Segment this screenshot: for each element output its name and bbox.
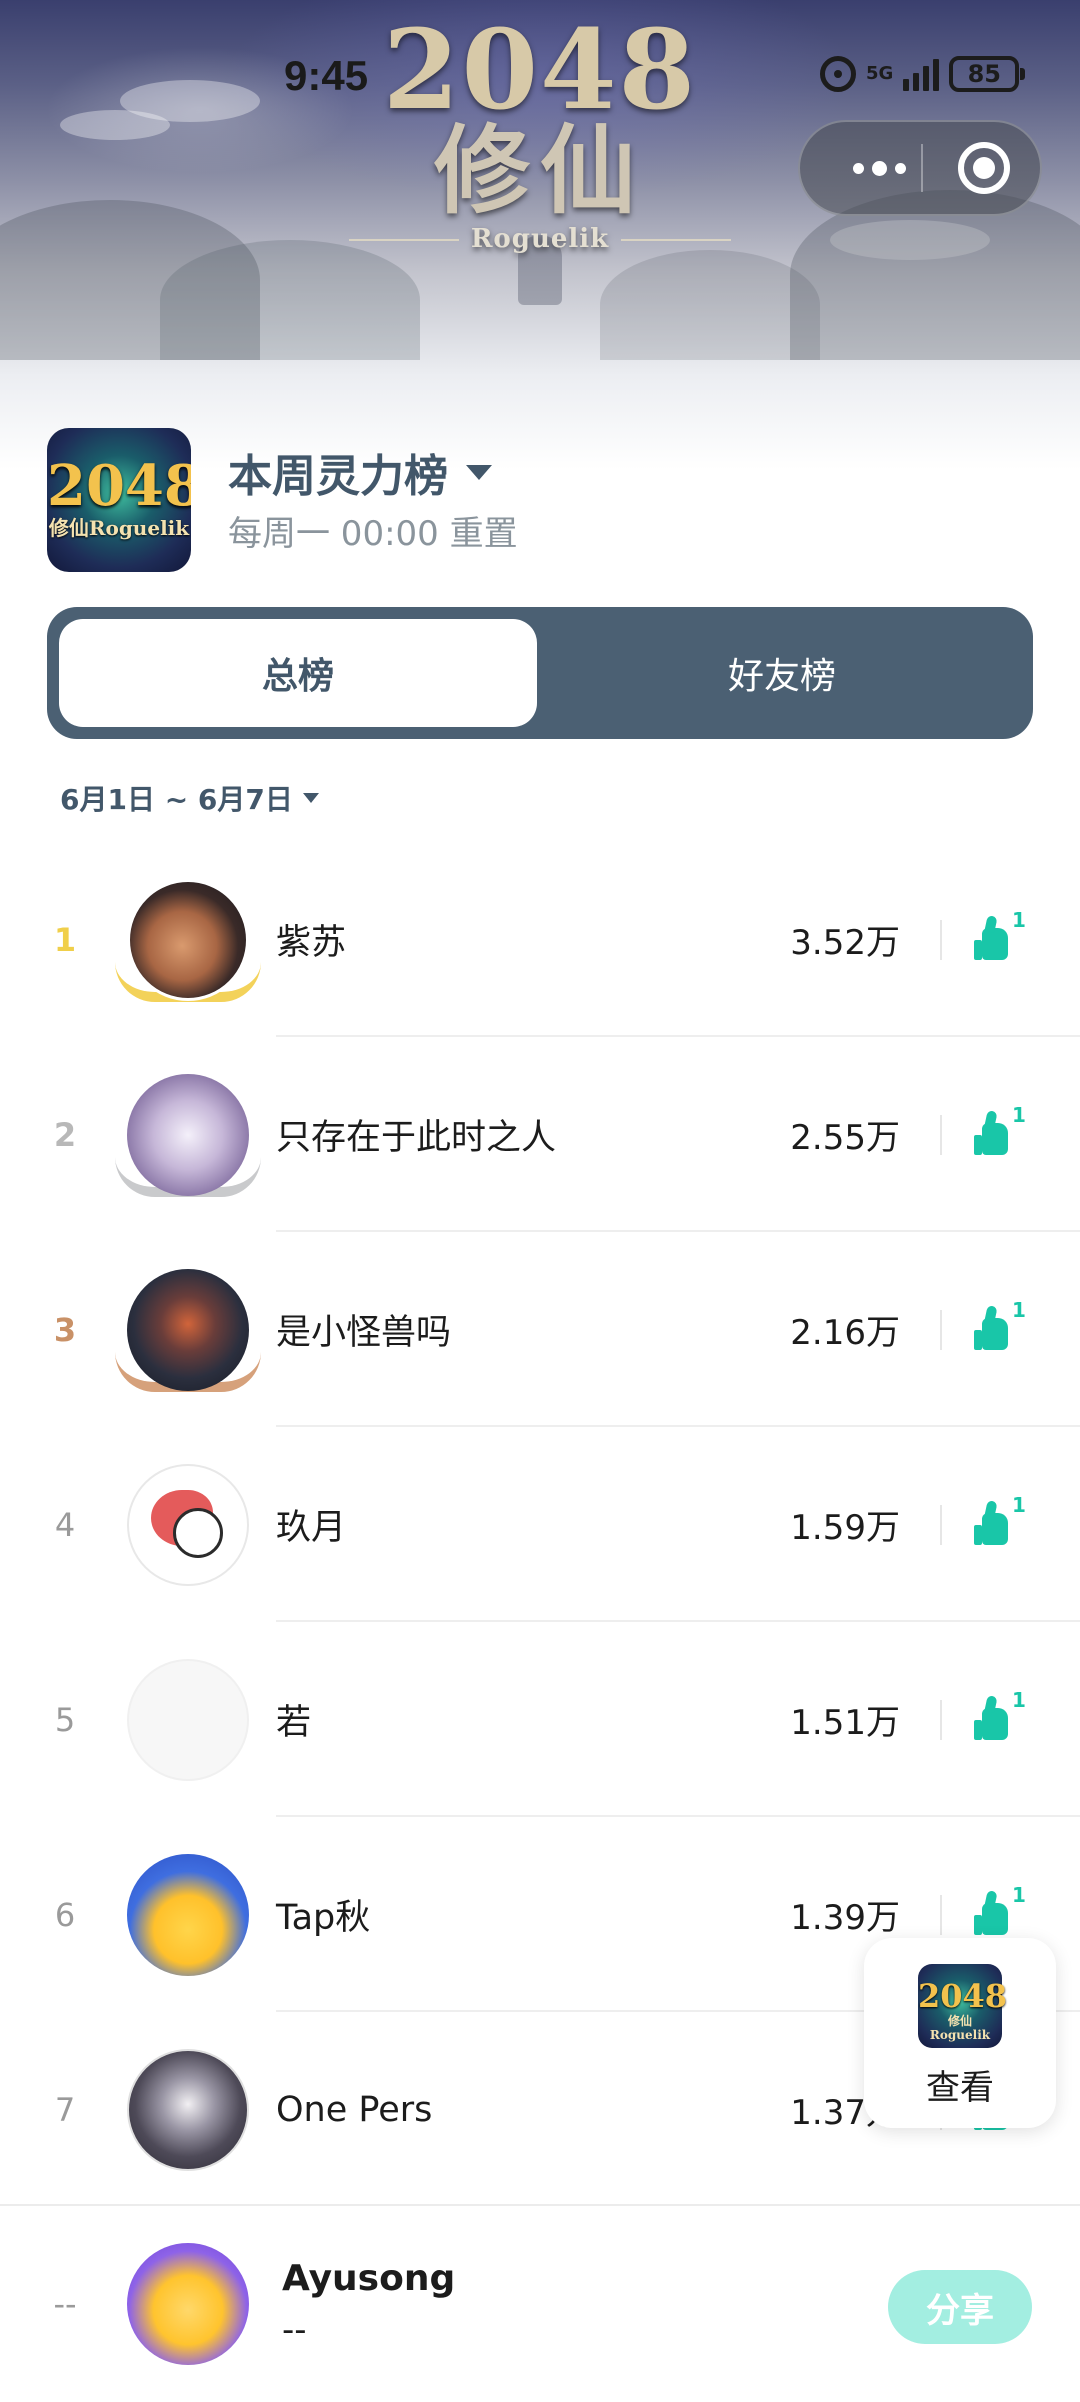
thumbs-up-icon bbox=[974, 1318, 1008, 1350]
rank-row[interactable]: 4 玖月 1.59万 1 bbox=[0, 1427, 1080, 1622]
divider bbox=[940, 1700, 942, 1740]
thumbs-up-icon bbox=[974, 1123, 1008, 1155]
player-name: 玖月 bbox=[276, 1508, 347, 1548]
game-icon: 2048 修仙Roguelik bbox=[918, 1964, 1008, 2048]
like-button[interactable]: 1 bbox=[974, 1103, 1028, 1161]
divider bbox=[940, 1505, 942, 1545]
capsule-menu bbox=[798, 120, 1042, 216]
tab-overall[interactable]: 总榜 bbox=[59, 619, 537, 727]
my-score: -- bbox=[282, 2310, 307, 2350]
player-name: 是小怪兽吗 bbox=[276, 1313, 452, 1353]
rank-number: 5 bbox=[54, 1700, 76, 1739]
status-time: 9:45 bbox=[284, 52, 369, 99]
my-rank-number: -- bbox=[53, 2285, 77, 2323]
more-options-icon[interactable] bbox=[834, 122, 924, 214]
hotspot-icon bbox=[820, 56, 856, 92]
rank-number: 2 bbox=[53, 1115, 77, 1154]
like-count: 1 bbox=[1012, 1103, 1026, 1127]
rank-row[interactable]: 1 紫苏 3.52万 1 bbox=[0, 842, 1080, 1037]
game-icon-sub: 修仙Roguelik bbox=[929, 2014, 991, 2042]
like-button[interactable]: 1 bbox=[974, 1688, 1028, 1746]
player-name: 紫苏 bbox=[276, 923, 347, 963]
signal-icon bbox=[903, 57, 940, 91]
avatar[interactable] bbox=[127, 1464, 249, 1586]
mountain-decoration bbox=[600, 250, 820, 360]
thumbs-up-icon bbox=[974, 1708, 1008, 1740]
divider bbox=[940, 1310, 942, 1350]
my-rank-bar: -- Ayusong -- 分享 bbox=[0, 2204, 1080, 2402]
like-button[interactable]: 1 bbox=[974, 1298, 1028, 1356]
player-score: 1.59万 bbox=[790, 1508, 900, 1548]
app-icon: 2048 修仙Roguelik bbox=[47, 428, 191, 572]
network-type: 5G bbox=[866, 63, 894, 84]
my-avatar[interactable] bbox=[127, 2243, 249, 2365]
rank-number: 1 bbox=[53, 920, 77, 959]
like-count: 1 bbox=[1012, 1298, 1026, 1322]
tab-friends[interactable]: 好友榜 bbox=[543, 619, 1021, 727]
caret-down-icon bbox=[302, 793, 319, 803]
avatar[interactable] bbox=[127, 1659, 249, 1781]
thumbs-up-icon bbox=[974, 1903, 1008, 1935]
my-name: Ayusong bbox=[282, 2258, 456, 2299]
capsule-divider bbox=[921, 144, 923, 192]
rank-number: 3 bbox=[53, 1310, 77, 1349]
board-title: 本周灵力榜 bbox=[228, 451, 448, 502]
like-count: 1 bbox=[1012, 908, 1026, 932]
player-name: One Pers bbox=[276, 2089, 433, 2130]
divider bbox=[940, 1895, 942, 1935]
thumbs-up-icon bbox=[974, 1513, 1008, 1545]
app-icon-number: 2048 bbox=[47, 453, 191, 519]
date-range-dropdown[interactable]: 6月1日 ~ 6月7日 bbox=[60, 778, 319, 818]
status-icons: 5G 85 bbox=[820, 56, 1026, 92]
divider bbox=[940, 920, 942, 960]
player-name: 只存在于此时之人 bbox=[276, 1118, 557, 1158]
board-title-dropdown[interactable]: 本周灵力榜 bbox=[228, 440, 492, 504]
caret-down-icon bbox=[466, 464, 492, 480]
avatar[interactable] bbox=[127, 1269, 249, 1391]
close-target-icon[interactable] bbox=[958, 142, 1010, 194]
player-score: 2.16万 bbox=[790, 1313, 900, 1353]
leaderboard-tabs: 总榜 好友榜 bbox=[47, 607, 1033, 739]
game-icon-number: 2048 bbox=[918, 1977, 1008, 2015]
player-name: 若 bbox=[276, 1703, 312, 1743]
date-range-label: 6月1日 ~ 6月7日 bbox=[60, 783, 293, 816]
avatar[interactable] bbox=[127, 2049, 249, 2171]
rank-number: 7 bbox=[54, 2090, 76, 2129]
like-button[interactable]: 1 bbox=[974, 1493, 1028, 1551]
rank-row[interactable]: 3 是小怪兽吗 2.16万 1 bbox=[0, 1232, 1080, 1427]
like-button[interactable]: 1 bbox=[974, 1883, 1028, 1941]
view-label: 查看 bbox=[926, 2068, 994, 2108]
like-button[interactable]: 1 bbox=[974, 908, 1028, 966]
rank-row[interactable]: 2 只存在于此时之人 2.55万 1 bbox=[0, 1037, 1080, 1232]
avatar[interactable] bbox=[127, 1074, 249, 1196]
share-button[interactable]: 分享 bbox=[888, 2270, 1032, 2344]
avatar[interactable] bbox=[127, 879, 249, 1001]
rank-row[interactable]: 5 若 1.51万 1 bbox=[0, 1622, 1080, 1817]
thumbs-up-icon bbox=[974, 928, 1008, 960]
divider bbox=[940, 1115, 942, 1155]
mountain-decoration bbox=[160, 240, 420, 360]
player-score: 3.52万 bbox=[790, 923, 900, 963]
player-score: 1.51万 bbox=[790, 1703, 900, 1743]
reset-note: 每周一 00:00 重置 bbox=[228, 514, 518, 554]
rank-number: 4 bbox=[54, 1505, 76, 1544]
like-count: 1 bbox=[1012, 1688, 1026, 1712]
player-score: 2.55万 bbox=[790, 1118, 900, 1158]
avatar[interactable] bbox=[127, 1854, 249, 1976]
title-subtitle: Roguelik bbox=[0, 224, 1080, 254]
view-game-card[interactable]: 2048 修仙Roguelik 查看 bbox=[864, 1938, 1056, 2128]
player-name: Tap秋 bbox=[276, 1898, 371, 1938]
rank-number: 6 bbox=[54, 1895, 76, 1934]
like-count: 1 bbox=[1012, 1883, 1026, 1907]
like-count: 1 bbox=[1012, 1493, 1026, 1517]
battery-icon: 85 bbox=[949, 56, 1026, 92]
app-icon-sub: 修仙Roguelik bbox=[48, 516, 190, 540]
